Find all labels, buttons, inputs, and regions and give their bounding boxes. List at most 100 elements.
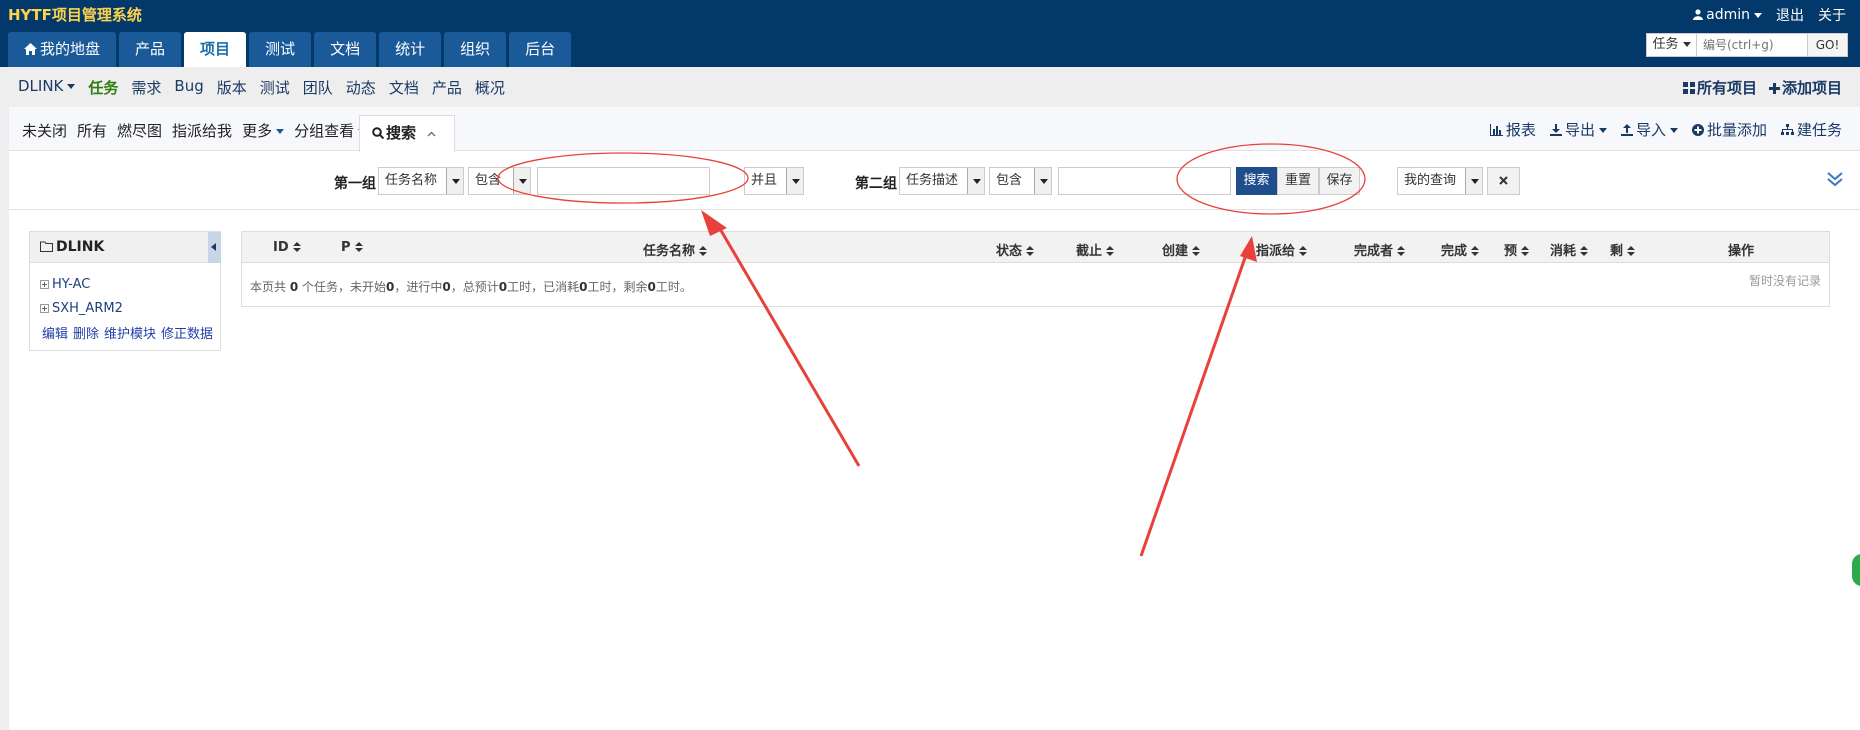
col-label: 状态 bbox=[996, 244, 1023, 259]
help-button[interactable] bbox=[1850, 552, 1860, 588]
tree-item[interactable]: SXH_ARM2 bbox=[40, 301, 123, 316]
col-finished-by[interactable]: 完成者 bbox=[1354, 240, 1406, 259]
search-type-label: 任务 bbox=[1652, 37, 1679, 52]
tab-label: 我的地盘 bbox=[40, 40, 101, 58]
nav-product[interactable]: 产品 bbox=[432, 77, 462, 98]
project-actions: 所有项目 添加项目 bbox=[1682, 77, 1842, 98]
home-icon bbox=[24, 43, 37, 55]
nav-doc[interactable]: 文档 bbox=[389, 77, 419, 98]
search-tab[interactable]: 搜索 bbox=[359, 115, 455, 152]
filter-unclosed[interactable]: 未关闭 bbox=[22, 120, 67, 141]
group1-value-input[interactable] bbox=[537, 167, 710, 195]
logout-link[interactable]: 退出 bbox=[1776, 5, 1804, 25]
manage-modules-link[interactable]: 维护模块 bbox=[104, 323, 156, 342]
col-assigned-to[interactable]: 指派给 bbox=[1256, 240, 1308, 259]
nav-test[interactable]: 测试 bbox=[260, 77, 290, 98]
export-button[interactable]: 导出 bbox=[1549, 119, 1607, 140]
chevron-down-icon bbox=[513, 168, 530, 194]
nav-dynamic[interactable]: 动态 bbox=[346, 77, 376, 98]
col-label: 剩 bbox=[1610, 244, 1624, 259]
delete-module-link[interactable]: 删除 bbox=[73, 323, 99, 342]
tab-doc[interactable]: 文档 bbox=[314, 32, 377, 67]
sort-icon bbox=[1521, 246, 1530, 257]
tab-report[interactable]: 统计 bbox=[379, 32, 442, 67]
tab-product[interactable]: 产品 bbox=[119, 32, 182, 67]
task-actions: 报表 导出 导入 批量添加 建任务 bbox=[1489, 119, 1842, 140]
search-type-select[interactable]: 任务 bbox=[1647, 34, 1697, 56]
expand-icon[interactable] bbox=[40, 280, 49, 289]
chevron-up-icon bbox=[427, 131, 436, 137]
tab-project[interactable]: 项目 bbox=[184, 32, 247, 67]
plus-icon bbox=[1768, 83, 1780, 94]
filter-group-view[interactable]: 分组查看 bbox=[294, 120, 367, 141]
search-icon bbox=[372, 127, 385, 140]
tree-item[interactable]: HY-AC bbox=[40, 277, 90, 292]
filter-more[interactable]: 更多 bbox=[242, 120, 285, 141]
sort-icon bbox=[1192, 246, 1201, 257]
nav-story[interactable]: 需求 bbox=[131, 77, 161, 98]
col-priority[interactable]: P bbox=[341, 240, 363, 255]
add-project-link[interactable]: 添加项目 bbox=[1768, 77, 1842, 98]
quick-search: 任务 GO! bbox=[1646, 33, 1848, 57]
go-button[interactable]: GO! bbox=[1807, 34, 1847, 56]
remove-query-button[interactable] bbox=[1487, 167, 1520, 195]
nav-bug[interactable]: Bug bbox=[174, 77, 203, 98]
create-task-label: 建任务 bbox=[1796, 121, 1842, 139]
user-menu[interactable]: admin bbox=[1693, 7, 1762, 23]
group1-field-select[interactable]: 任务名称 bbox=[378, 167, 464, 195]
filter-all[interactable]: 所有 bbox=[77, 120, 107, 141]
my-query-select[interactable]: 我的查询 bbox=[1397, 167, 1483, 195]
double-chevron-down-icon[interactable] bbox=[1826, 170, 1844, 188]
col-label: 完成者 bbox=[1354, 244, 1394, 259]
create-task-button[interactable]: 建任务 bbox=[1780, 119, 1842, 140]
group1-operator-select[interactable]: 包含 bbox=[468, 167, 531, 195]
col-consumed[interactable]: 消耗 bbox=[1550, 240, 1589, 259]
save-query-button[interactable]: 保存 bbox=[1319, 167, 1360, 195]
filter-group-label: 分组查看 bbox=[294, 122, 355, 140]
report-button[interactable]: 报表 bbox=[1489, 119, 1536, 140]
col-finished[interactable]: 完成 bbox=[1441, 240, 1480, 259]
group2-operator-select[interactable]: 包含 bbox=[989, 167, 1052, 195]
col-status[interactable]: 状态 bbox=[996, 240, 1035, 259]
nav-task[interactable]: 任务 bbox=[88, 77, 118, 98]
filter-assigned-to-me[interactable]: 指派给我 bbox=[172, 120, 232, 141]
reset-button[interactable]: 重置 bbox=[1277, 167, 1319, 195]
chevron-down-icon bbox=[1754, 12, 1762, 18]
nav-build[interactable]: 版本 bbox=[217, 77, 247, 98]
col-id[interactable]: ID bbox=[273, 240, 301, 255]
batch-add-button[interactable]: 批量添加 bbox=[1691, 119, 1767, 140]
import-label: 导入 bbox=[1635, 121, 1666, 139]
expand-icon[interactable] bbox=[40, 304, 49, 313]
chevron-down-icon bbox=[67, 84, 76, 89]
search-button[interactable]: 搜索 bbox=[1236, 167, 1277, 195]
import-button[interactable]: 导入 bbox=[1620, 119, 1678, 140]
col-name[interactable]: 任务名称 bbox=[643, 240, 708, 259]
collapse-sidebar-button[interactable] bbox=[208, 232, 221, 263]
all-projects-link[interactable]: 所有项目 bbox=[1682, 77, 1757, 98]
group2-value-input[interactable] bbox=[1058, 167, 1231, 195]
tree-root-label[interactable]: DLINK bbox=[56, 239, 104, 255]
tab-my[interactable]: 我的地盘 bbox=[8, 32, 117, 67]
tab-company[interactable]: 组织 bbox=[444, 32, 507, 67]
nav-team[interactable]: 团队 bbox=[303, 77, 333, 98]
tab-test[interactable]: 测试 bbox=[249, 32, 312, 67]
table-summary: 本页共 0 个任务，未开始0，进行中0，总预计0工时，已消耗0工时，剩余0工时。 bbox=[250, 280, 692, 294]
report-label: 报表 bbox=[1505, 121, 1536, 139]
project-switcher[interactable]: DLINK bbox=[18, 77, 76, 98]
search-input[interactable] bbox=[1697, 34, 1807, 56]
col-deadline[interactable]: 截止 bbox=[1076, 240, 1115, 259]
tab-admin[interactable]: 后台 bbox=[509, 32, 572, 67]
col-estimate[interactable]: 预 bbox=[1504, 240, 1530, 259]
filter-burndown[interactable]: 燃尽图 bbox=[117, 120, 162, 141]
brand-title[interactable]: HYTF项目管理系统 bbox=[8, 4, 142, 25]
col-created[interactable]: 创建 bbox=[1162, 240, 1201, 259]
nav-view[interactable]: 概况 bbox=[475, 77, 505, 98]
grid-icon bbox=[1682, 82, 1695, 94]
about-link[interactable]: 关于 bbox=[1818, 5, 1846, 25]
col-left[interactable]: 剩 bbox=[1610, 240, 1636, 259]
edit-module-link[interactable]: 编辑 bbox=[42, 323, 68, 342]
group-logic-select[interactable]: 并且 bbox=[744, 167, 804, 195]
browse-filters: 未关闭 所有 燃尽图 指派给我 更多 分组查看 bbox=[22, 120, 367, 141]
fix-data-link[interactable]: 修正数据 bbox=[161, 323, 213, 342]
group2-field-select[interactable]: 任务描述 bbox=[899, 167, 985, 195]
